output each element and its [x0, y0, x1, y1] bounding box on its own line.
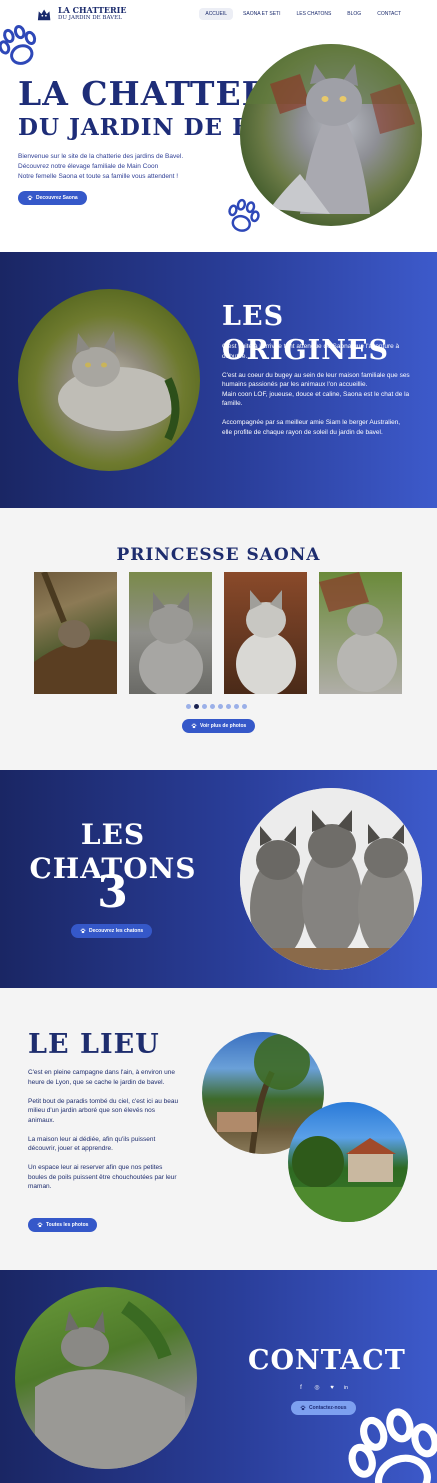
nav-accueil[interactable]: ACCUEIL — [199, 8, 234, 20]
more-photos-button[interactable]: Voir plus de photos — [182, 719, 256, 733]
hero-line: Découvrez notre élevage familiale de Mai… — [18, 163, 159, 170]
cat-illustration — [240, 44, 422, 214]
contact-us-button[interactable]: Contactez-nous — [291, 1401, 356, 1415]
all-photos-button[interactable]: Toutes les photos — [28, 1218, 98, 1232]
button-label: Toutes les photos — [46, 1222, 89, 1228]
contact-cat-photo — [15, 1287, 197, 1469]
hero-section: LA CHATTERIE DU JARDIN DE BAVEL ACCUEIL … — [0, 0, 437, 252]
discover-saona-button[interactable]: Decouvrez Saona — [18, 191, 87, 205]
cat-illustration — [58, 331, 180, 441]
garden-illustration — [288, 1136, 408, 1222]
carousel-photo[interactable] — [224, 572, 307, 696]
paw-icon — [80, 928, 86, 934]
kittens-photo — [240, 788, 422, 970]
logo-subtitle: DU JARDIN DE BAVEL — [58, 15, 122, 21]
nav-les-chatons[interactable]: LES CHATONS — [290, 8, 337, 20]
origins-cat-photo — [18, 289, 200, 471]
button-label: Contactez-nous — [309, 1405, 347, 1411]
cat-illustration — [35, 1301, 185, 1469]
carousel-photo[interactable] — [34, 570, 117, 694]
hero-line: Bienvenue sur le site de la chatterie de… — [18, 153, 184, 160]
button-label: Voir plus de photos — [200, 723, 247, 729]
carousel-dot[interactable] — [202, 704, 207, 709]
hero-cat-photo — [240, 44, 422, 226]
origins-paragraph: Accompagnée par sa meilleur amie Siam le… — [222, 419, 401, 436]
nav-blog[interactable]: BLOG — [341, 8, 367, 20]
lieu-paragraph: C'est en pleine campagne dans l'ain, à e… — [28, 1069, 176, 1086]
twitter-icon[interactable]: ♥ — [328, 1384, 336, 1392]
lieu-paragraph: Un espace leur ai reserver afin que nos … — [28, 1164, 177, 1190]
carousel-dot[interactable] — [218, 704, 223, 709]
cat-logo-icon — [37, 9, 51, 21]
origins-section: LES ORIGINES C'est suite à l'arrivée tan… — [0, 252, 437, 508]
cat-illustration — [236, 590, 296, 696]
chatons-count: 3 — [97, 867, 129, 918]
contact-section: CONTACT f ◎ ♥ in Contactez-nous — [0, 1270, 437, 1483]
paw-decoration-icon — [220, 194, 267, 241]
kittens-illustration — [240, 788, 422, 970]
carousel-dot-active[interactable] — [194, 704, 199, 709]
carousel-dot[interactable] — [242, 704, 247, 709]
hero-line: Notre femelle Saona et toute sa famille … — [18, 173, 179, 180]
garden-photo-2 — [288, 1102, 408, 1222]
facebook-icon[interactable]: f — [297, 1384, 305, 1392]
button-label: Decouvrez les chatons — [89, 928, 144, 934]
paw-icon — [27, 195, 33, 201]
paw-decoration-icon — [0, 18, 48, 77]
discover-kittens-button[interactable]: Decouvrez les chatons — [71, 924, 153, 938]
carousel-dot[interactable] — [226, 704, 231, 709]
chatons-section: LES CHATONS 3 Decouvrez les chatons — [0, 770, 437, 988]
origins-paragraph: C'est au coeur du bugey au sein de leur … — [222, 371, 410, 389]
carousel-photo[interactable] — [319, 572, 402, 694]
lieu-title: LE LIEU — [28, 1029, 160, 1060]
nav-saona-et-seti[interactable]: SAONA ET SETI — [237, 8, 286, 20]
paw-icon — [300, 1405, 306, 1411]
linkedin-icon[interactable]: in — [342, 1384, 350, 1392]
cat-illustration — [319, 572, 397, 692]
contact-title: CONTACT — [248, 1345, 406, 1376]
instagram-icon[interactable]: ◎ — [313, 1384, 321, 1392]
lieu-section: LE LIEU C'est en pleine campagne dans l'… — [0, 988, 437, 1270]
lieu-text: C'est en pleine campagne dans l'ain, à e… — [28, 1068, 180, 1192]
origins-text: C'est suite à l'arrivée tant attendue de… — [222, 342, 412, 437]
carousel-photo[interactable] — [129, 572, 212, 697]
cat-illustration — [139, 592, 203, 697]
origins-paragraph: C'est suite à l'arrivée tant attendue de… — [222, 343, 400, 360]
hero-intro: Bienvenue sur le site de la chatterie de… — [18, 152, 248, 182]
site-logo[interactable]: LA CHATTERIE DU JARDIN DE BAVEL — [36, 6, 127, 22]
princesse-section: PRINCESSE SAONA Voir plus de photos — [0, 508, 437, 770]
lieu-paragraph: Petit bout de paradis tombé du ciel, c'e… — [28, 1097, 179, 1124]
carousel-dot[interactable] — [234, 704, 239, 709]
carousel-dot[interactable] — [210, 704, 215, 709]
lieu-paragraph: La maison leur ai dédiée, afin qu'ils pu… — [28, 1135, 156, 1153]
nav-contact[interactable]: CONTACT — [371, 8, 407, 20]
main-nav: ACCUEIL SAONA ET SETI LES CHATONS BLOG C… — [199, 8, 407, 20]
paw-icon — [191, 723, 197, 729]
paw-icon — [37, 1222, 43, 1228]
button-label: Decouvrez Saona — [36, 195, 78, 201]
cat-illustration — [34, 570, 117, 694]
carousel-dot[interactable] — [186, 704, 191, 709]
origins-paragraph: Main coon LOF, joueuse, douce et caline,… — [222, 390, 410, 408]
logo-title: LA CHATTERIE — [58, 5, 127, 15]
